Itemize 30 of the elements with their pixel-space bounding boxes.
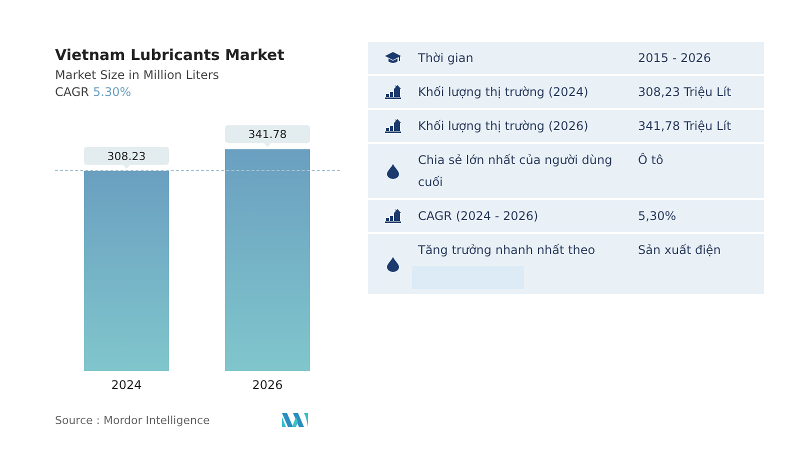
axis-label: 2024 (111, 378, 142, 392)
row-label: Thời gian (418, 50, 474, 67)
data-label: 341.78 (248, 128, 287, 142)
growth-chart-icon (385, 85, 401, 99)
drop-icon (387, 256, 399, 272)
source-text: Source : Mordor Intelligence (55, 414, 210, 426)
growth-chart-icon (385, 209, 401, 223)
chart-title: Vietnam Lubricants Market (55, 46, 284, 64)
cagr-label: CAGR (55, 85, 90, 99)
value-label: 308.23 (84, 146, 169, 169)
chart-subtitle: Market Size in Million Liters (55, 68, 220, 82)
graduation-cap-icon (385, 51, 401, 65)
row-label: Khối lượng thị trường (2024) (418, 84, 590, 101)
logo-icon (282, 413, 308, 427)
axis-label: 2026 (252, 378, 283, 392)
row-label: Tăng trưởng nhanh nhất theo (418, 242, 596, 259)
row-value: 308,23 Triệu Lít (638, 84, 732, 101)
value-label: 341.78 (225, 125, 310, 148)
row-value: Ô tô (638, 152, 664, 169)
data-label: 308.23 (107, 150, 146, 163)
row-value: 341,78 Triệu Lít (638, 118, 732, 135)
row-label: CAGR (2024 - 2026) (418, 208, 540, 225)
cagr-value: 5.30% (93, 85, 132, 99)
growth-chart-icon (385, 119, 401, 133)
row-label: Khối lượng thị trường (2026) (418, 118, 590, 135)
row-value: Sản xuất điện (638, 242, 722, 259)
row-value: 2015 - 2026 (638, 50, 712, 67)
row-label: Chia sẻ lớn nhất của người dùng cuối (418, 152, 614, 191)
row-value: 5,30% (638, 208, 678, 225)
drop-icon (387, 164, 399, 178)
